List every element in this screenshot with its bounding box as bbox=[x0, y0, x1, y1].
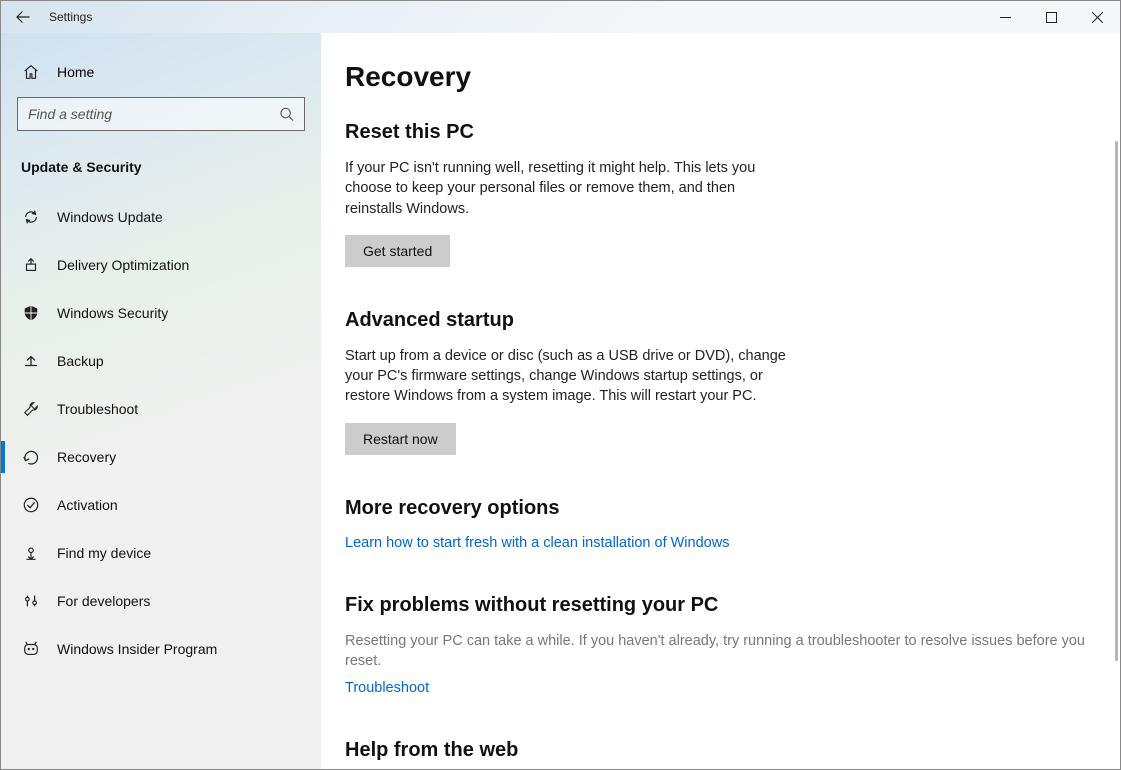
reset-section: Reset this PC If your PC isn't running w… bbox=[345, 121, 1096, 267]
fix-heading: Fix problems without resetting your PC bbox=[345, 594, 1096, 617]
sidebar-item-windows-insider[interactable]: Windows Insider Program bbox=[1, 625, 321, 673]
backup-icon bbox=[21, 352, 41, 370]
maximize-button[interactable] bbox=[1028, 1, 1074, 33]
delivery-icon bbox=[21, 256, 41, 274]
sidebar-item-windows-update[interactable]: Windows Update bbox=[1, 193, 321, 241]
arrow-left-icon bbox=[16, 10, 30, 24]
search-icon bbox=[279, 106, 294, 122]
sidebar-item-activation[interactable]: Activation bbox=[1, 481, 321, 529]
advanced-heading: Advanced startup bbox=[345, 309, 1096, 332]
window-controls bbox=[982, 1, 1120, 33]
help-heading: Help from the web bbox=[345, 739, 1096, 762]
more-recovery-section: More recovery options Learn how to start… bbox=[345, 497, 1096, 552]
back-button[interactable] bbox=[1, 1, 45, 33]
maximize-icon bbox=[1046, 12, 1057, 23]
recovery-icon bbox=[21, 448, 41, 466]
sidebar-item-backup[interactable]: Backup bbox=[1, 337, 321, 385]
home-nav[interactable]: Home bbox=[1, 53, 321, 91]
scrollbar[interactable] bbox=[1115, 141, 1118, 661]
minimize-icon bbox=[1000, 12, 1011, 23]
sidebar-item-for-developers[interactable]: For developers bbox=[1, 577, 321, 625]
restart-now-button[interactable]: Restart now bbox=[345, 423, 456, 455]
close-button[interactable] bbox=[1074, 1, 1120, 33]
check-icon bbox=[21, 496, 41, 514]
search-input[interactable] bbox=[28, 106, 279, 122]
sidebar-item-label: Activation bbox=[57, 497, 118, 513]
sidebar-item-recovery[interactable]: Recovery bbox=[1, 433, 321, 481]
help-from-web-section: Help from the web bbox=[345, 739, 1096, 762]
sidebar-item-label: Recovery bbox=[57, 449, 116, 465]
reset-heading: Reset this PC bbox=[345, 121, 1096, 144]
sidebar-item-delivery-optimization[interactable]: Delivery Optimization bbox=[1, 241, 321, 289]
sidebar-item-windows-security[interactable]: Windows Security bbox=[1, 289, 321, 337]
shield-icon bbox=[21, 304, 41, 322]
home-label: Home bbox=[57, 64, 94, 80]
minimize-button[interactable] bbox=[982, 1, 1028, 33]
search-box[interactable] bbox=[17, 97, 305, 131]
advanced-startup-section: Advanced startup Start up from a device … bbox=[345, 309, 1096, 455]
get-started-button[interactable]: Get started bbox=[345, 235, 450, 267]
sidebar-category: Update & Security bbox=[1, 149, 321, 193]
wrench-icon bbox=[21, 400, 41, 418]
reset-description: If your PC isn't running well, resetting… bbox=[345, 158, 795, 219]
more-heading: More recovery options bbox=[345, 497, 1096, 520]
home-icon bbox=[21, 63, 41, 81]
titlebar: Settings bbox=[1, 1, 1120, 33]
window-title: Settings bbox=[49, 10, 92, 24]
sidebar-item-label: Troubleshoot bbox=[57, 401, 138, 417]
sidebar-item-label: Windows Security bbox=[57, 305, 168, 321]
sidebar-item-label: Delivery Optimization bbox=[57, 257, 189, 273]
sidebar: Home Update & Security Windows Update De… bbox=[1, 33, 321, 769]
sidebar-item-label: For developers bbox=[57, 593, 150, 609]
dev-icon bbox=[21, 592, 41, 610]
close-icon bbox=[1092, 12, 1103, 23]
fix-problems-section: Fix problems without resetting your PC R… bbox=[345, 594, 1096, 698]
sidebar-item-label: Find my device bbox=[57, 545, 151, 561]
sidebar-item-troubleshoot[interactable]: Troubleshoot bbox=[1, 385, 321, 433]
troubleshoot-link[interactable]: Troubleshoot bbox=[345, 680, 429, 696]
start-fresh-link[interactable]: Learn how to start fresh with a clean in… bbox=[345, 535, 729, 551]
content-area: Recovery Reset this PC If your PC isn't … bbox=[321, 33, 1120, 769]
sidebar-item-find-my-device[interactable]: Find my device bbox=[1, 529, 321, 577]
insider-icon bbox=[21, 640, 41, 658]
sidebar-item-label: Windows Update bbox=[57, 209, 163, 225]
sidebar-item-label: Windows Insider Program bbox=[57, 641, 217, 657]
fix-description: Resetting your PC can take a while. If y… bbox=[345, 631, 1096, 672]
locate-icon bbox=[21, 544, 41, 562]
sidebar-item-label: Backup bbox=[57, 353, 104, 369]
page-title: Recovery bbox=[345, 61, 1096, 93]
sync-icon bbox=[21, 208, 41, 226]
advanced-description: Start up from a device or disc (such as … bbox=[345, 346, 795, 407]
